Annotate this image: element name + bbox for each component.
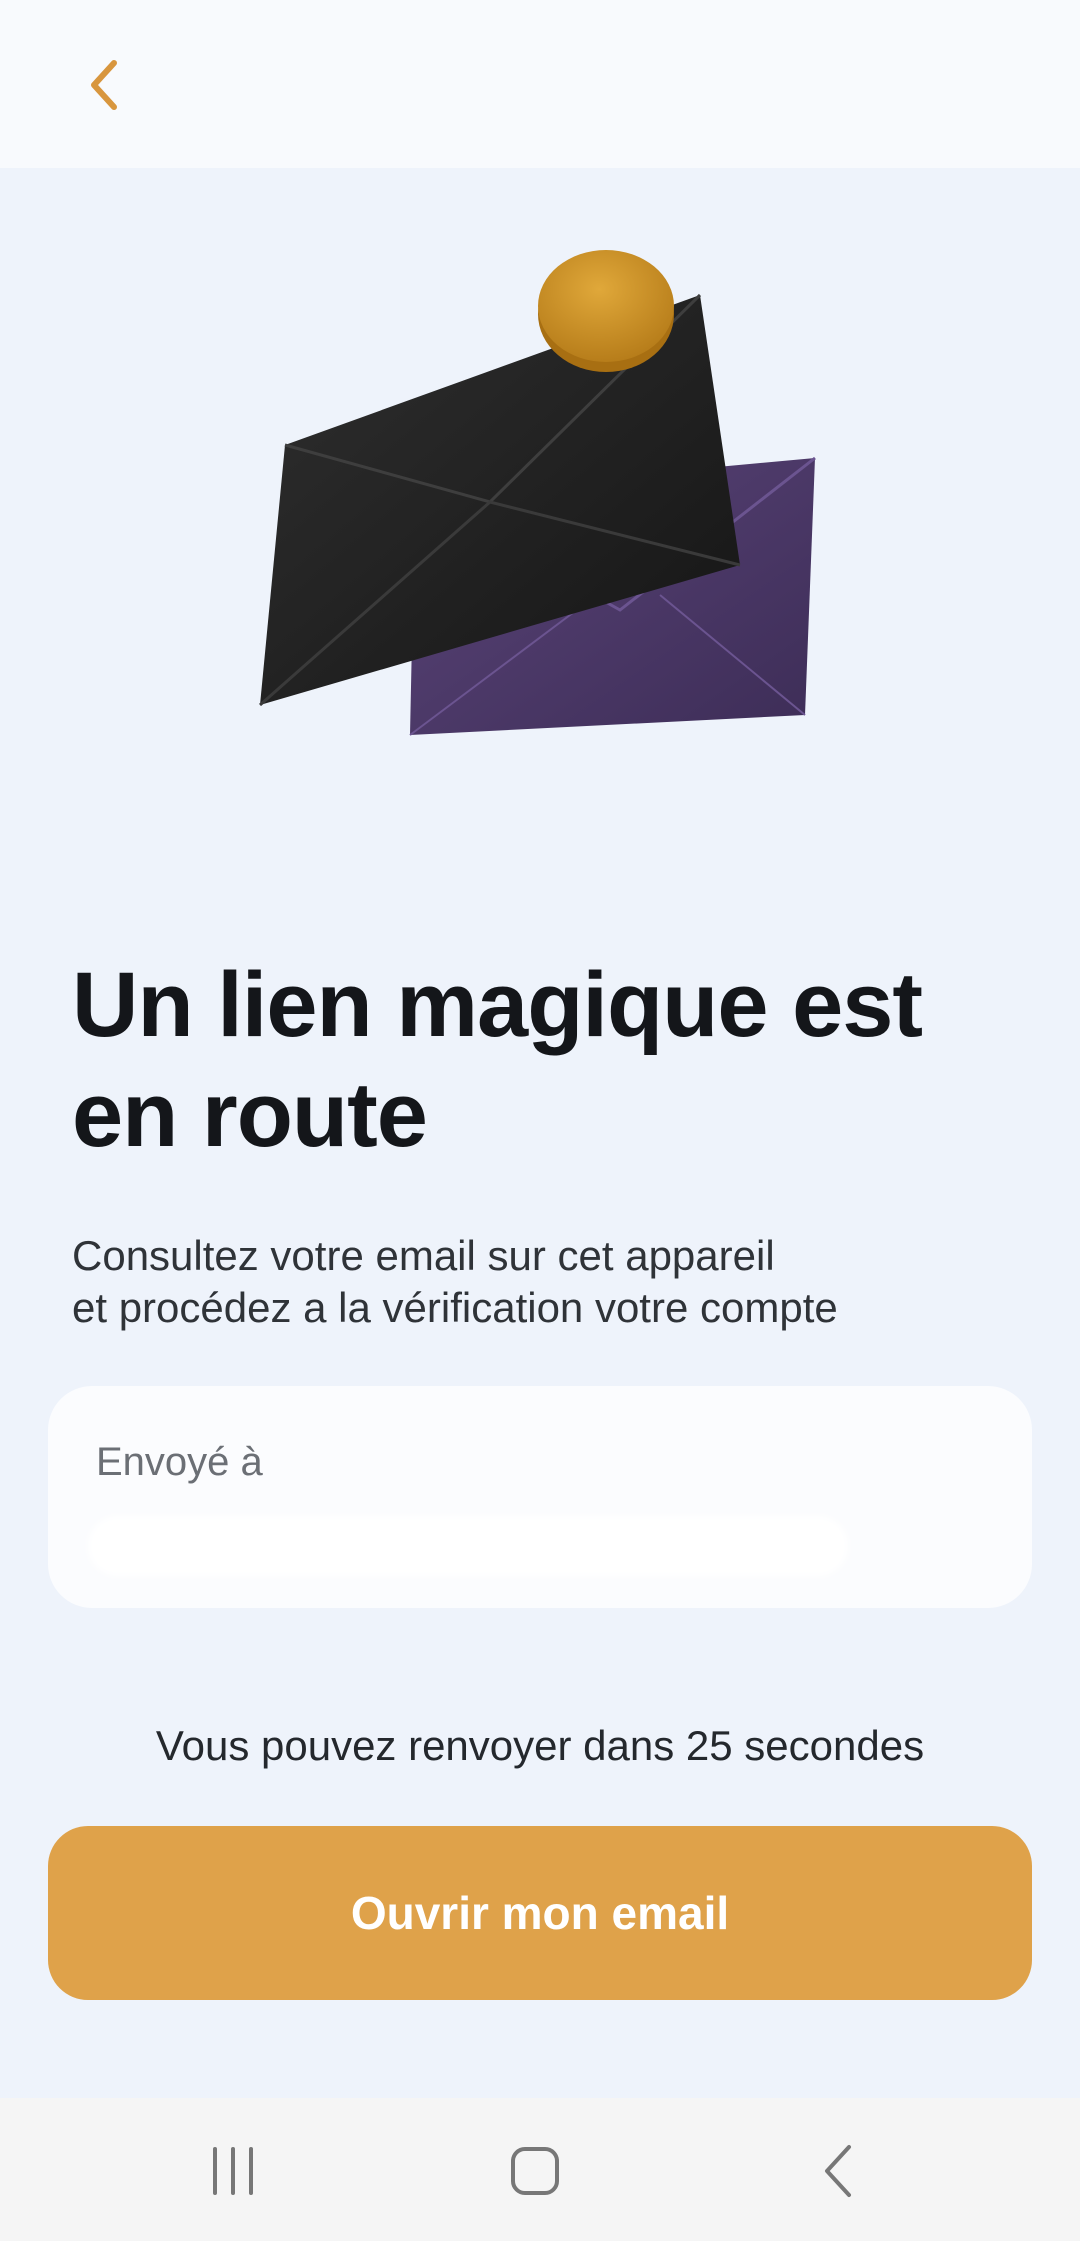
back-icon [825,2145,851,2197]
chevron-left-icon [91,60,117,110]
page-subtitle: Consultez votre email sur cet appareil e… [72,1230,1032,1334]
recents-button[interactable] [178,2126,288,2216]
envelopes-illustration [240,240,840,760]
sent-to-card: Envoyé à [48,1386,1032,1608]
sent-to-label: Envoyé à [96,1440,263,1484]
sent-to-email-redacted [88,1516,848,1576]
subtitle-line-1: Consultez votre email sur cet appareil [72,1232,775,1279]
top-bar [0,0,1080,168]
recents-icon [213,2147,253,2195]
open-email-button[interactable]: Ouvrir mon email [48,1826,1032,2000]
subtitle-line-2: et procédez a la vérification votre comp… [72,1284,838,1331]
page-title: Un lien magique est en route [72,954,923,1166]
system-back-button[interactable] [784,2126,894,2216]
back-button[interactable] [72,50,136,120]
resend-countdown: Vous pouvez renvoyer dans 25 secondes [155,1722,925,1769]
home-icon [511,2147,559,2195]
home-button[interactable] [480,2126,590,2216]
system-nav-bar [0,2098,1080,2241]
open-email-label: Ouvrir mon email [350,1887,730,1939]
